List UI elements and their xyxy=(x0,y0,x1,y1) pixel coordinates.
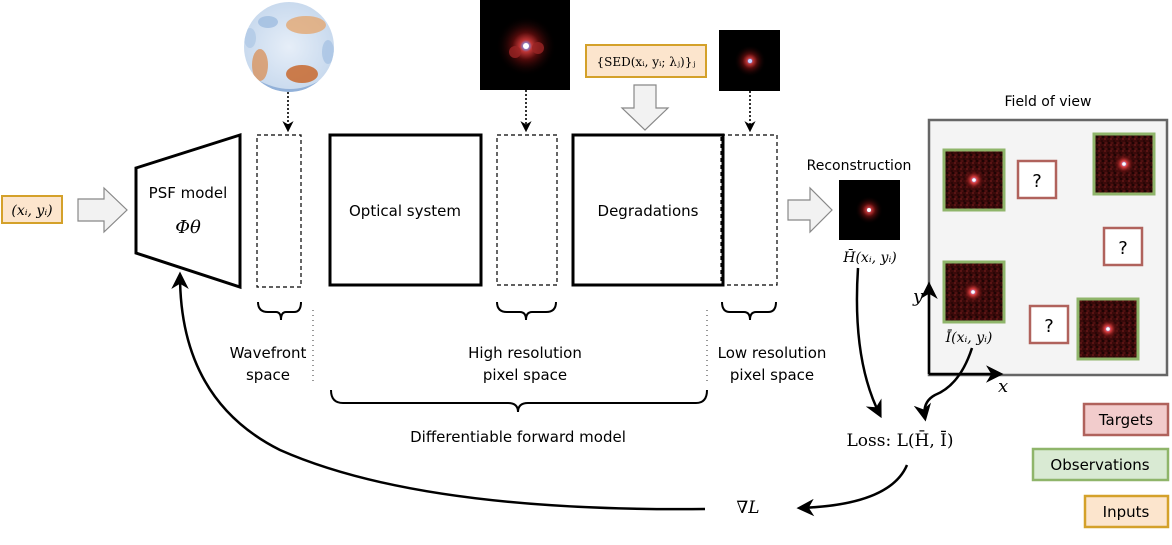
high-res-psf-image xyxy=(480,0,570,90)
wavefront-space-label-line1: Wavefront xyxy=(230,344,307,362)
forward-model-brace xyxy=(330,389,708,413)
input-sed-label: {SED(xᵢ, yᵢ; λⱼ)}ⱼ xyxy=(596,55,695,69)
x-axis-label: x xyxy=(998,376,1008,397)
loss-label: Loss: L(H̄, Ī) xyxy=(846,429,953,451)
observation-star-3 xyxy=(942,260,1006,324)
gradient-feedback-arrow xyxy=(171,271,706,511)
input-sed-box: {SED(xᵢ, yᵢ; λⱼ)}ⱼ xyxy=(585,44,707,78)
target-unknown-3: ? xyxy=(1028,304,1070,345)
legend-observations: Observations xyxy=(1031,447,1170,482)
reconstruction-title: Reconstruction xyxy=(807,158,912,174)
y-axis-label: y xyxy=(912,286,924,307)
high-res-space-slot xyxy=(496,134,558,286)
sed-arrow xyxy=(620,84,670,131)
observation-star-1 xyxy=(942,148,1006,212)
observation-formula: Ī(xᵢ, yᵢ) xyxy=(945,328,993,346)
psf-model-label: PSF model xyxy=(149,184,228,202)
high-res-space-label-line2: pixel space xyxy=(483,366,567,384)
wavefront-map-image xyxy=(244,2,334,92)
observation-star-4 xyxy=(1076,297,1140,361)
low-res-space-slot xyxy=(720,134,778,286)
target-question-mark: ? xyxy=(1118,238,1128,259)
target-unknown-1: ? xyxy=(1016,159,1058,200)
low-res-space-label-line2: pixel space xyxy=(730,366,814,384)
gradient-label: ∇L xyxy=(736,498,759,518)
target-unknown-2: ? xyxy=(1102,226,1144,267)
forward-model-label: Differentiable forward model xyxy=(410,428,626,446)
input-arrow xyxy=(77,186,128,234)
target-question-mark: ? xyxy=(1032,171,1042,192)
legend-targets: Targets xyxy=(1082,402,1170,437)
wavefront-brace xyxy=(257,301,302,321)
wavefront-space-slot xyxy=(256,134,302,288)
legend-inputs-label: Inputs xyxy=(1103,503,1150,521)
psf-model-symbol: Φθ xyxy=(175,217,201,238)
degradations-label: Degradations xyxy=(598,202,699,220)
input-position-label: (xᵢ, yᵢ) xyxy=(11,203,52,219)
reconstruction-arrow xyxy=(787,186,833,234)
legend-observations-label: Observations xyxy=(1050,456,1149,474)
low-res-space-label-line1: Low resolution xyxy=(718,344,827,362)
low-res-brace xyxy=(721,301,777,321)
field-of-view-title: Field of view xyxy=(1005,94,1092,110)
loss-to-gradient-arrow xyxy=(796,464,909,517)
degradations-block: Degradations xyxy=(571,133,725,287)
high-res-brace xyxy=(496,301,557,321)
optical-system-block: Optical system xyxy=(328,133,483,287)
psf-model-block: PSF model Φθ xyxy=(134,132,242,290)
psf-pipeline-diagram: (xᵢ, yᵢ) PSF model Φθ Optical system {SE… xyxy=(1,0,1170,529)
low-res-psf-image xyxy=(719,30,780,91)
wavefront-space-label-line2: space xyxy=(246,366,290,384)
optical-system-label: Optical system xyxy=(349,202,461,220)
high-res-space-label-line1: High resolution xyxy=(468,344,582,362)
legend-inputs: Inputs xyxy=(1083,494,1170,529)
input-position-box: (xᵢ, yᵢ) xyxy=(1,195,63,224)
reconstruction-formula: H̄(xᵢ, yᵢ) xyxy=(842,248,896,266)
reconstruction-psf-image xyxy=(839,180,900,240)
reconstruction-to-loss-arrow xyxy=(855,267,882,419)
target-question-mark: ? xyxy=(1044,316,1054,337)
legend-targets-label: Targets xyxy=(1098,411,1153,429)
observation-star-2 xyxy=(1092,132,1156,196)
